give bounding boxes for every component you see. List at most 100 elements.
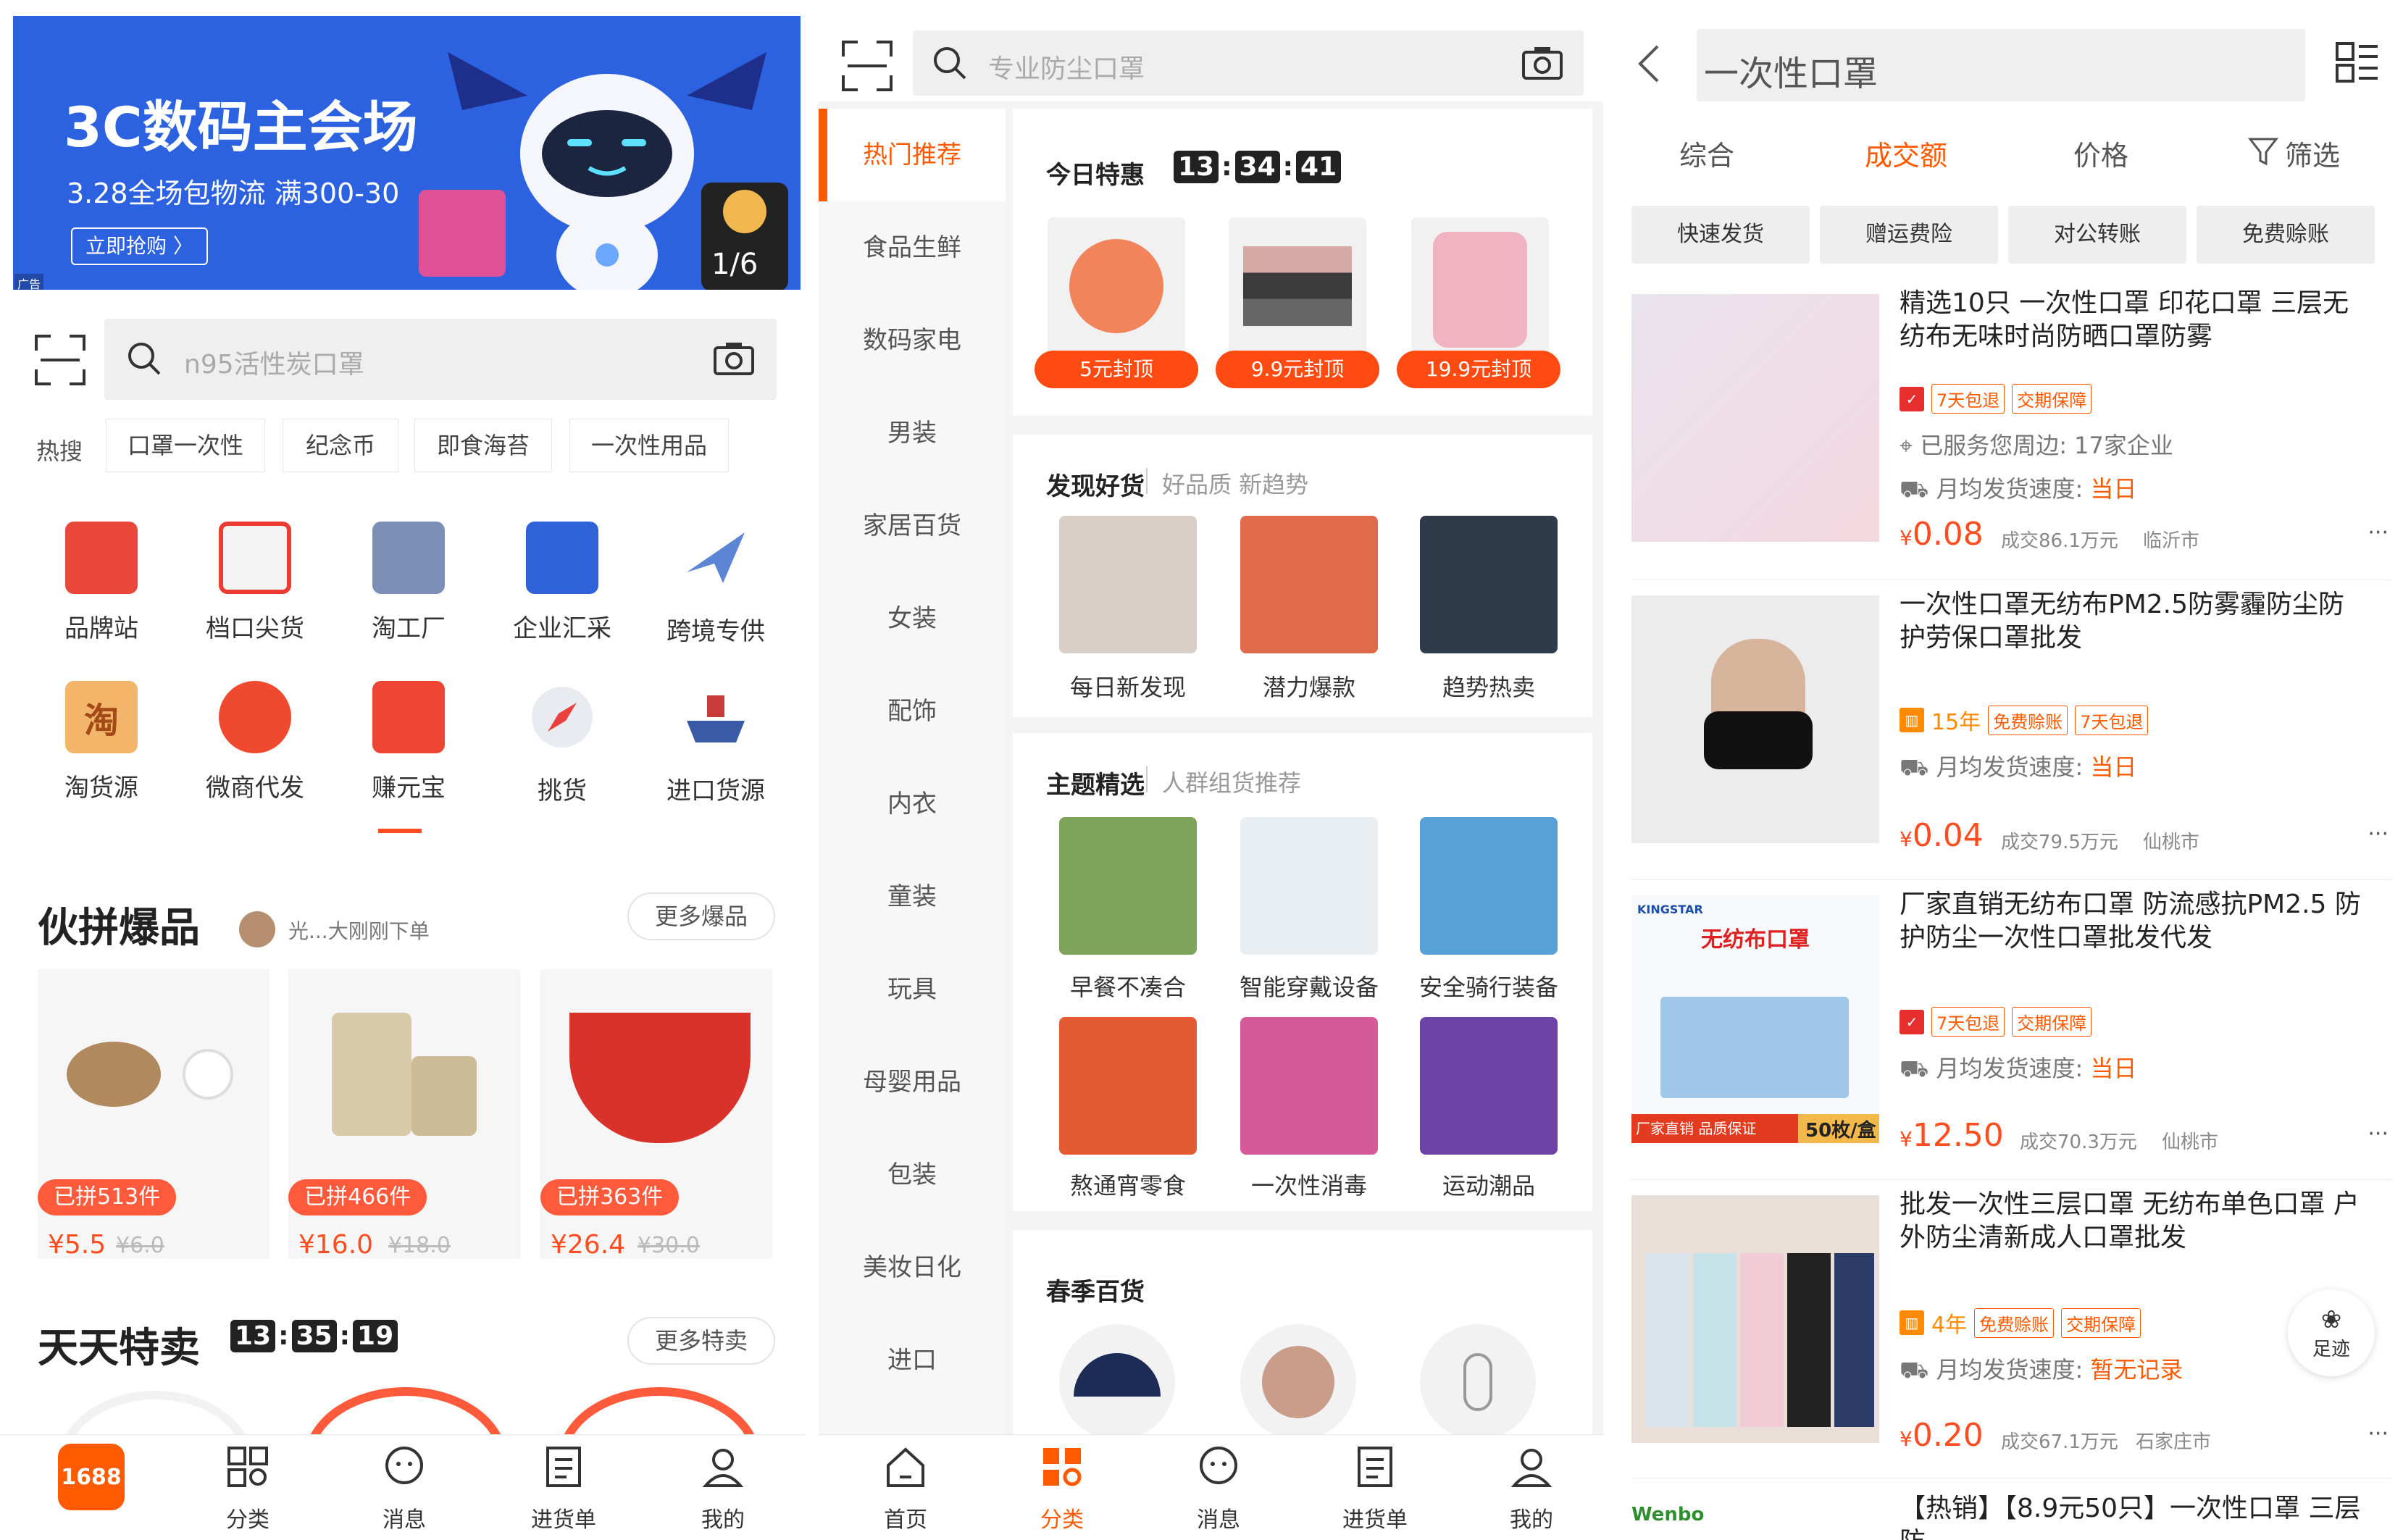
hot-tag[interactable]: 即食海苔 [414, 419, 552, 472]
filter-icon[interactable] [2247, 135, 2279, 167]
result-image[interactable] [1631, 595, 1879, 843]
category-stall-picks[interactable]: 档口尖货 [183, 522, 327, 644]
result-title[interactable]: 精选10只 一次性口罩 印花口罩 三层无纺布无味时尚防晒口罩防雾 [1900, 287, 2370, 353]
category-pick-goods[interactable]: 挑货 [490, 681, 635, 806]
product-card[interactable]: 已拼363件 [540, 969, 772, 1259]
promo-banner[interactable]: 3C数码主会场 3.28全场包物流 满300-30 立即抢购 〉 1/6 广告 [13, 16, 801, 290]
deal-product-image[interactable] [1048, 217, 1185, 355]
truck-icon: ⛟ [1900, 753, 1936, 781]
category-wechat-dropship[interactable]: 微商代发 [183, 681, 327, 803]
result-image[interactable] [1631, 1195, 1879, 1443]
more-options-icon[interactable]: ··· [2368, 1421, 2389, 1447]
footprint-button[interactable]: ❀ 足迹 [2288, 1289, 2375, 1376]
tab-home[interactable]: 首页 [855, 1444, 956, 1533]
result-title[interactable]: 【热销】【8.9元50只】一次性口罩 三层防 [1900, 1492, 2370, 1540]
more-hot-button[interactable]: 更多爆品 [627, 892, 775, 940]
deal-product-image[interactable] [1229, 217, 1366, 355]
search-bar[interactable]: n95活性炭口罩 [104, 319, 777, 400]
tab-category[interactable]: 分类 [197, 1444, 298, 1533]
sidebar-item[interactable]: 美妆日化 [819, 1221, 1006, 1314]
result-tags: ✓ 7天包退 交期保障 [1900, 1007, 2092, 1037]
usb-fan-image[interactable] [1420, 1324, 1536, 1440]
sort-tab-price[interactable]: 价格 [2073, 133, 2128, 173]
discover-item-image[interactable] [1420, 516, 1558, 653]
sidebar-item[interactable]: 进口 [819, 1314, 1006, 1407]
sidebar-item[interactable]: 配饰 [819, 665, 1006, 758]
product-card[interactable]: 已拼466件 [288, 969, 520, 1259]
more-options-icon[interactable]: ··· [2368, 821, 2389, 847]
category-tao-source[interactable]: 淘 淘货源 [29, 681, 174, 803]
banner-cta-button[interactable]: 立即抢购 〉 [71, 227, 208, 265]
pill-organizer-image[interactable] [1240, 1324, 1356, 1440]
result-title[interactable]: 一次性口罩无纺布PM2.5防雾霾防尘防护劳保口罩批发 [1900, 588, 2370, 655]
theme-item-image[interactable] [1420, 817, 1558, 955]
back-arrow-icon[interactable] [1636, 43, 1662, 84]
hot-tag[interactable]: 一次性用品 [569, 419, 729, 472]
category-import-source[interactable]: 进口货源 [643, 681, 788, 806]
theme-item-image[interactable] [1059, 1017, 1197, 1155]
more-deals-button[interactable]: 更多特卖 [627, 1317, 775, 1365]
tab-messages[interactable]: 消息 [1168, 1444, 1269, 1533]
filter-chip[interactable]: 对公转账 [2008, 206, 2186, 264]
list-view-icon[interactable] [2334, 39, 2381, 85]
sidebar-item[interactable]: 男装 [819, 387, 1006, 480]
result-title[interactable]: 批发一次性三层口罩 无纺布单色口罩 户外防尘清新成人口罩批发 [1900, 1188, 2370, 1255]
category-tao-factory[interactable]: 淘工厂 [336, 522, 481, 644]
result-image[interactable]: KINGSTAR 无纺布口罩 厂家直销 品质保证 50枚/盒 [1631, 895, 1879, 1143]
search-bar[interactable]: 专业防尘口罩 [913, 30, 1584, 96]
tab-purchase-list[interactable]: 进货单 [513, 1444, 614, 1533]
sidebar-item[interactable]: 母婴用品 [819, 1036, 1006, 1129]
category-brand-station[interactable]: 品牌站 [29, 522, 174, 644]
theme-item-image[interactable] [1059, 817, 1197, 955]
camera-icon[interactable] [713, 340, 755, 377]
discover-item-image[interactable] [1240, 516, 1378, 653]
theme-item-image[interactable] [1240, 1017, 1378, 1155]
sidebar-item[interactable]: 女装 [819, 572, 1006, 665]
theme-item-image[interactable] [1420, 1017, 1558, 1155]
daily-deals-title: 天天特卖 [38, 1325, 200, 1372]
search-query-bar[interactable]: 一次性口罩 [1697, 29, 2305, 101]
filter-chip[interactable]: 快速发货 [1631, 206, 1810, 264]
theme-item-image[interactable] [1240, 817, 1378, 955]
delivery-speed-line: ⛟ 月均发货速度: 当日 [1900, 753, 2137, 781]
scan-icon[interactable] [842, 41, 893, 91]
tab-profile[interactable]: 我的 [1481, 1444, 1582, 1533]
category-earn-yuanbao[interactable]: 赚元宝 [336, 681, 481, 803]
deal-product-image[interactable] [1411, 217, 1549, 355]
filter-chip[interactable]: 赠运费险 [1820, 206, 1998, 264]
sidebar-item[interactable]: 内衣 [819, 758, 1006, 850]
sidebar-item[interactable]: 玩具 [819, 943, 1006, 1036]
tab-home[interactable]: 1688 [41, 1444, 142, 1510]
category-enterprise-purchase[interactable]: 企业汇采 [490, 522, 635, 644]
scan-icon[interactable] [35, 335, 85, 385]
product-old-price: ¥6.0 [116, 1233, 164, 1258]
result-title[interactable]: 厂家直销无纺布口罩 防流感抗PM2.5 防护防尘一次性口罩批发代发 [1900, 888, 2370, 955]
tab-purchase-list[interactable]: 进货单 [1324, 1444, 1426, 1533]
sidebar-item[interactable]: 童装 [819, 850, 1006, 943]
sidebar-item[interactable]: 包装 [819, 1129, 1006, 1221]
discover-item-image[interactable] [1059, 516, 1197, 653]
tab-category[interactable]: 分类 [1011, 1444, 1113, 1533]
filter-chip[interactable]: 免费赊账 [2197, 206, 2375, 264]
banner-pager: 1/6 [711, 248, 758, 281]
sidebar-item-hot[interactable]: 热门推荐 [819, 109, 1006, 201]
product-card[interactable]: 已拼513件 [38, 969, 269, 1259]
sort-tab-comprehensive[interactable]: 综合 [1679, 133, 1734, 173]
more-options-icon[interactable]: ··· [2368, 520, 2389, 545]
list-icon [1358, 1447, 1392, 1487]
umbrella-image[interactable] [1059, 1324, 1175, 1440]
sort-tab-sales[interactable]: 成交额 [1865, 133, 1947, 173]
sidebar-item[interactable]: 家居百货 [819, 480, 1006, 572]
hot-tag[interactable]: 纪念币 [283, 419, 398, 472]
hot-tag[interactable]: 口罩一次性 [106, 419, 265, 472]
sidebar-item[interactable]: 食品生鲜 [819, 201, 1006, 294]
tab-profile[interactable]: 我的 [672, 1444, 774, 1533]
sidebar-item[interactable]: 数码家电 [819, 294, 1006, 387]
camera-icon[interactable] [1521, 45, 1563, 81]
more-options-icon[interactable]: ··· [2368, 1121, 2389, 1147]
sort-tab-filter[interactable]: 筛选 [2285, 133, 2340, 173]
category-cross-border[interactable]: 跨境专供 [643, 522, 788, 647]
tab-messages[interactable]: 消息 [354, 1444, 455, 1533]
result-deal-volume: 成交79.5万元 [2001, 832, 2118, 853]
result-image[interactable] [1631, 294, 1879, 542]
